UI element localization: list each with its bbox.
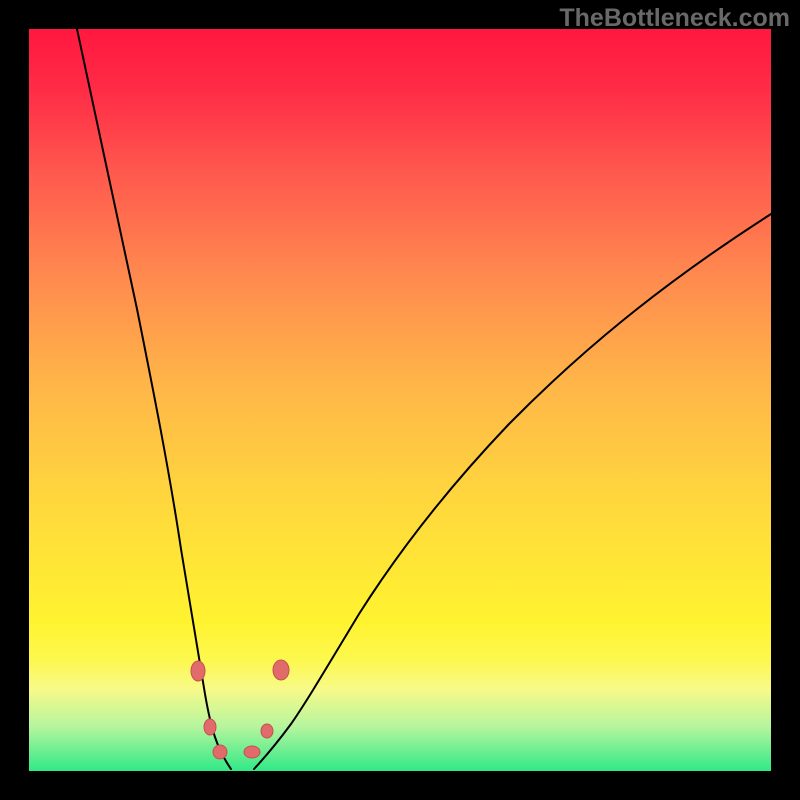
marker-dot bbox=[213, 745, 227, 759]
marker-dot bbox=[204, 719, 216, 735]
marker-dot bbox=[273, 660, 289, 680]
chart-plot-area bbox=[29, 29, 771, 771]
curve-right-branch bbox=[254, 214, 771, 769]
watermark-text: TheBottleneck.com bbox=[559, 4, 790, 33]
curve-left-branch bbox=[77, 29, 231, 769]
marker-dot bbox=[261, 724, 273, 738]
chart-svg bbox=[29, 29, 771, 771]
marker-dot bbox=[191, 661, 205, 681]
marker-dot bbox=[244, 746, 260, 758]
